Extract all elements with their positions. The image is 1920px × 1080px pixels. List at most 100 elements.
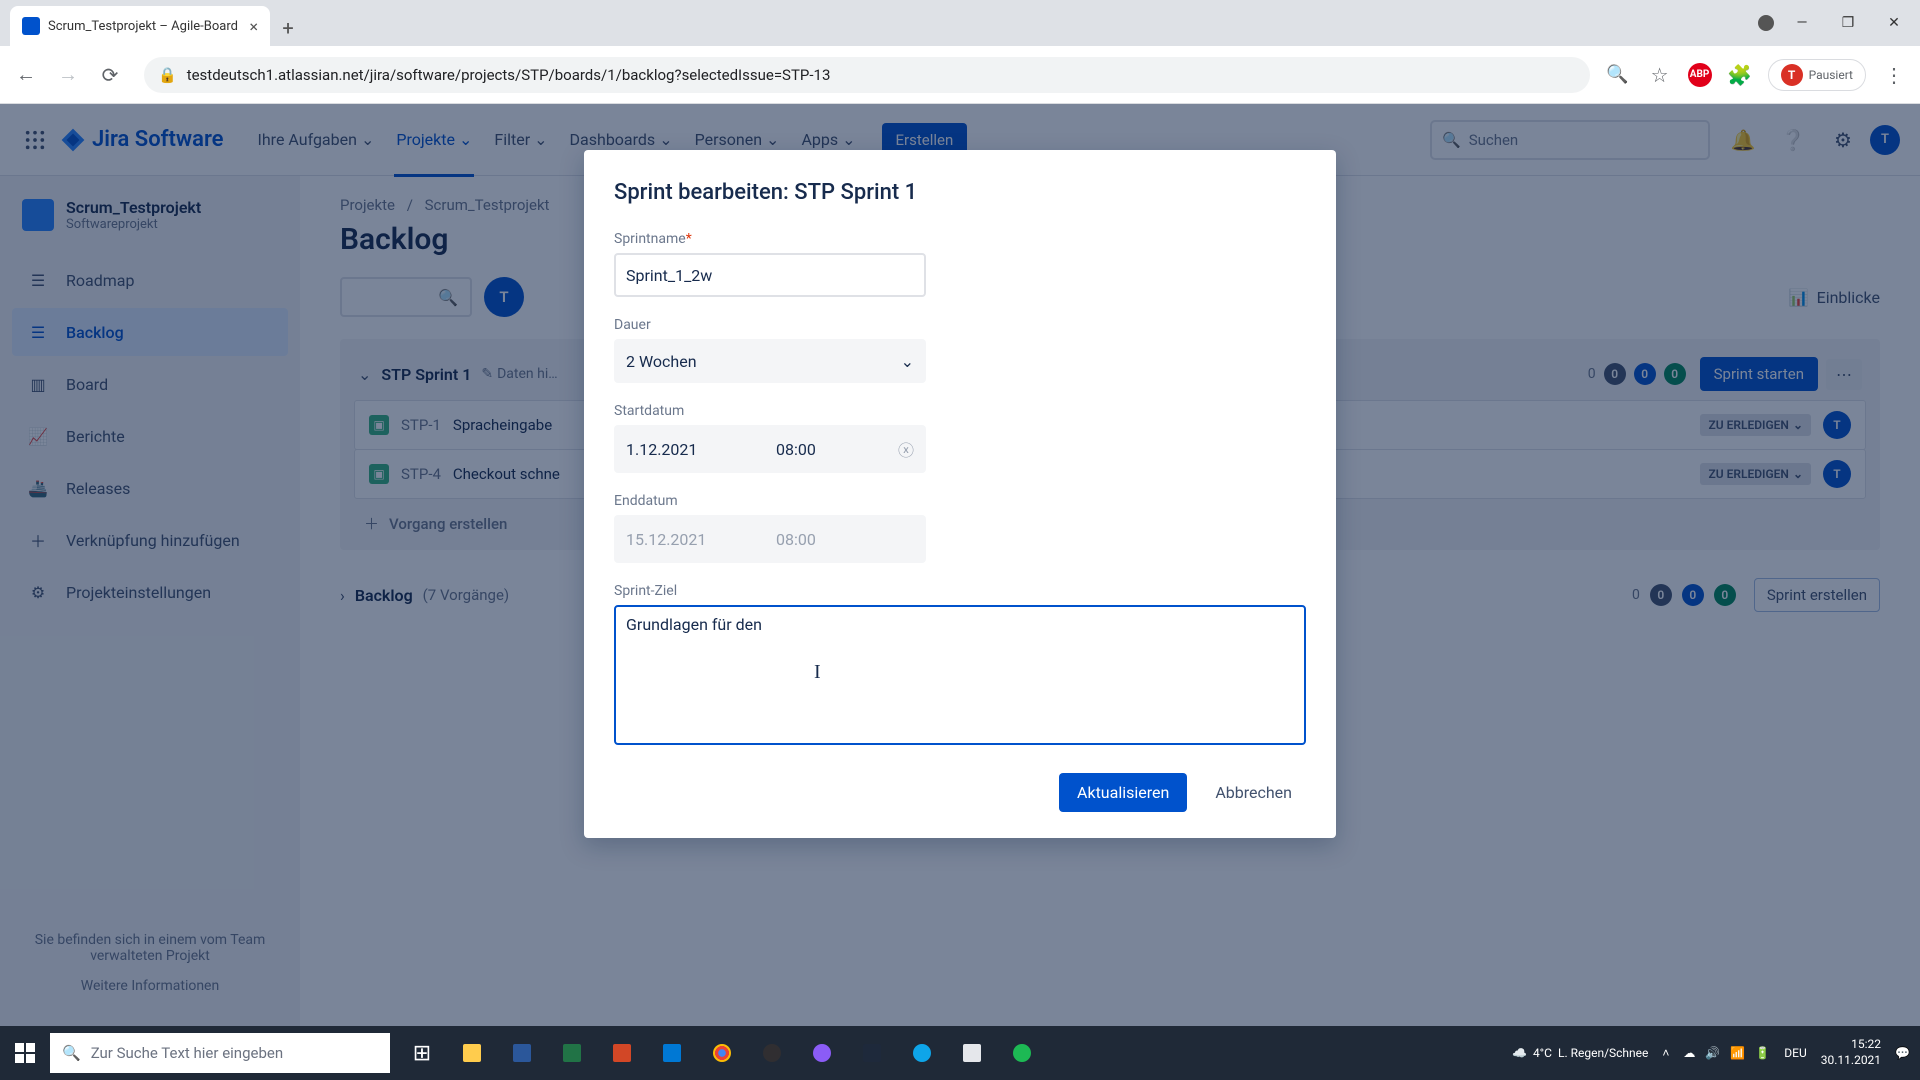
field-sprintgoal: Sprint-Ziel I <box>614 583 1306 749</box>
volume-icon[interactable]: 🔊 <box>1705 1046 1720 1060</box>
forward-button[interactable]: → <box>54 62 82 87</box>
edge-icon[interactable] <box>898 1026 946 1080</box>
browser-tab[interactable]: Scrum_Testprojekt – Agile-Board × <box>10 6 270 46</box>
jira-app: Jira Software Ihre Aufgaben⌄ Projekte⌄ F… <box>0 104 1920 1026</box>
update-button[interactable]: Aktualisieren <box>1059 773 1187 812</box>
weather-widget[interactable]: ☁️ 4°C L. Regen/Schnee <box>1512 1046 1648 1060</box>
system-tray: ☁️ 4°C L. Regen/Schnee ˄ ☁ 🔊 📶 🔋 DEU 15:… <box>1512 1037 1920 1068</box>
app-icon <box>913 1044 931 1062</box>
mail-icon[interactable] <box>648 1026 696 1080</box>
weather-icon: ☁️ <box>1512 1046 1527 1060</box>
app-icon <box>663 1044 681 1062</box>
startdate-input[interactable]: 1.12.2021 08:00 ⓧ <box>614 425 926 473</box>
profile-avatar-icon: T <box>1781 64 1803 86</box>
address-bar: ← → ⟳ 🔒 testdeutsch1.atlassian.net/jira/… <box>0 46 1920 104</box>
battery-icon[interactable]: 🔋 <box>1755 1046 1770 1060</box>
profile-paused-button[interactable]: T Pausiert <box>1768 59 1866 91</box>
account-indicator-icon[interactable] <box>1758 15 1774 31</box>
end-date-value: 15.12.2021 <box>626 530 776 549</box>
edit-sprint-modal: Sprint bearbeiten: STP Sprint 1 Sprintna… <box>584 150 1336 838</box>
field-startdate: Startdatum 1.12.2021 08:00 ⓧ <box>614 403 1306 473</box>
language-indicator[interactable]: DEU <box>1784 1046 1806 1060</box>
notifications-icon[interactable]: 💬 <box>1895 1046 1910 1060</box>
start-time-value: 08:00 <box>776 440 876 459</box>
duration-select[interactable]: 2 Wochen ⌄ <box>614 339 926 383</box>
field-label: Enddatum <box>614 493 1306 509</box>
label-text: Sprintname <box>614 231 686 247</box>
app-icon[interactable] <box>848 1026 896 1080</box>
clear-date-icon[interactable]: ⓧ <box>898 437 914 461</box>
kebab-menu-icon[interactable]: ⋮ <box>1880 63 1908 87</box>
star-icon[interactable]: ☆ <box>1646 63 1674 87</box>
abp-icon[interactable]: ABP <box>1688 63 1712 87</box>
paused-label: Pausiert <box>1809 68 1853 82</box>
taskbar-search-input[interactable]: 🔍 Zur Suche Text hier eingeben <box>50 1033 390 1073</box>
excel-icon[interactable] <box>548 1026 596 1080</box>
time-label: 15:22 <box>1821 1037 1881 1053</box>
field-label: Dauer <box>614 317 1306 333</box>
notepad-icon[interactable] <box>948 1026 996 1080</box>
wifi-icon[interactable]: 📶 <box>1730 1046 1745 1060</box>
back-button[interactable]: ← <box>12 62 40 87</box>
cancel-button[interactable]: Abbrechen <box>1201 773 1306 812</box>
start-button[interactable] <box>0 1026 50 1080</box>
obs-icon[interactable] <box>748 1026 796 1080</box>
field-enddate: Enddatum 15.12.2021 08:00 <box>614 493 1306 563</box>
extensions-icon[interactable]: 🧩 <box>1726 63 1754 87</box>
field-label: Sprintname* <box>614 231 1306 247</box>
field-sprintname: Sprintname* <box>614 231 1306 297</box>
new-tab-button[interactable]: + <box>270 10 306 46</box>
app-icon <box>763 1044 781 1062</box>
word-icon[interactable] <box>498 1026 546 1080</box>
onedrive-icon[interactable]: ☁ <box>1683 1046 1695 1060</box>
duration-value: 2 Wochen <box>626 352 697 371</box>
search-placeholder: Zur Suche Text hier eingeben <box>91 1044 283 1062</box>
task-view-icon[interactable]: ⊞ <box>398 1026 446 1080</box>
weather-text: L. Regen/Schnee <box>1558 1046 1648 1060</box>
taskbar-apps: ⊞ <box>398 1026 1046 1080</box>
window-controls: — ❐ ✕ <box>1758 8 1912 38</box>
app-icon <box>713 1044 731 1062</box>
close-window-button[interactable]: ✕ <box>1876 8 1912 38</box>
weather-temp: 4°C <box>1533 1046 1552 1060</box>
windows-logo-icon <box>15 1043 35 1063</box>
file-explorer-icon[interactable] <box>448 1026 496 1080</box>
close-icon[interactable]: × <box>249 17 258 36</box>
folder-icon <box>463 1044 481 1062</box>
sprintgoal-textarea[interactable] <box>614 605 1306 745</box>
modal-overlay[interactable]: Sprint bearbeiten: STP Sprint 1 Sprintna… <box>0 104 1920 1026</box>
app-icon <box>813 1044 831 1062</box>
windows-taskbar: 🔍 Zur Suche Text hier eingeben ⊞ ☁️ 4°C … <box>0 1026 1920 1080</box>
lock-icon: 🔒 <box>158 66 177 84</box>
app-icon <box>513 1044 531 1062</box>
date-label: 30.11.2021 <box>1821 1053 1881 1069</box>
tab-strip: Scrum_Testprojekt – Agile-Board × + — ❐ … <box>0 0 1920 46</box>
favicon <box>22 17 40 35</box>
reload-button[interactable]: ⟳ <box>96 63 124 87</box>
maximize-button[interactable]: ❐ <box>1830 8 1866 38</box>
url-text: testdeutsch1.atlassian.net/jira/software… <box>187 66 831 84</box>
minimize-button[interactable]: — <box>1784 8 1820 38</box>
search-icon: 🔍 <box>62 1044 81 1062</box>
url-input[interactable]: 🔒 testdeutsch1.atlassian.net/jira/softwa… <box>144 57 1590 93</box>
chrome-icon[interactable] <box>698 1026 746 1080</box>
field-label: Sprint-Ziel <box>614 583 1306 599</box>
field-label: Startdatum <box>614 403 1306 419</box>
chevron-down-icon: ⌄ <box>901 352 914 371</box>
tab-title: Scrum_Testprojekt – Agile-Board <box>48 19 241 34</box>
app-icon <box>1013 1044 1031 1062</box>
clock[interactable]: 15:22 30.11.2021 <box>1821 1037 1881 1068</box>
app-icon <box>963 1044 981 1062</box>
text-caret-icon: I <box>814 661 821 684</box>
sprintname-input[interactable] <box>614 253 926 297</box>
modal-title: Sprint bearbeiten: STP Sprint 1 <box>614 180 1306 205</box>
tray-chevron-icon[interactable]: ˄ <box>1662 1046 1669 1060</box>
spotify-icon[interactable] <box>998 1026 1046 1080</box>
start-date-value: 1.12.2021 <box>626 440 776 459</box>
powerpoint-icon[interactable] <box>598 1026 646 1080</box>
app-icon <box>863 1044 881 1062</box>
app-icon[interactable] <box>798 1026 846 1080</box>
zoom-icon[interactable]: 🔍 <box>1604 64 1632 85</box>
enddate-input: 15.12.2021 08:00 <box>614 515 926 563</box>
field-duration: Dauer 2 Wochen ⌄ <box>614 317 1306 383</box>
